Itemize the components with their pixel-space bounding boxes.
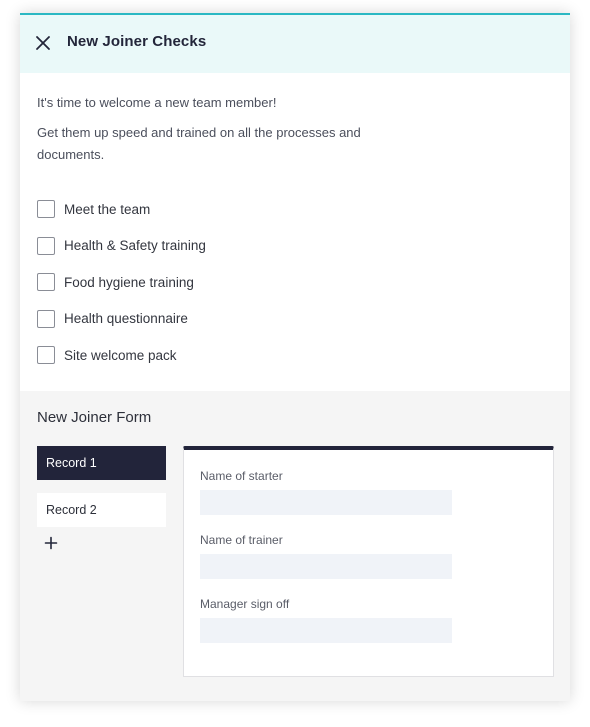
intro-text: It's time to welcome a new team member! xyxy=(37,95,277,110)
checkbox[interactable] xyxy=(37,309,55,328)
checklist-item-label: Health & Safety training xyxy=(64,238,206,254)
checklist-item-food-hygiene[interactable]: Food hygiene training xyxy=(37,272,206,292)
checklist-item-label: Health questionnaire xyxy=(64,311,188,327)
checkbox[interactable] xyxy=(37,200,55,218)
checklist-item-label: Meet the team xyxy=(64,201,151,217)
field-label-starter: Name of starter xyxy=(200,469,283,483)
name-of-trainer-input[interactable] xyxy=(200,554,452,579)
checklist-item-health-questionnaire[interactable]: Health questionnaire xyxy=(37,309,206,329)
checkbox[interactable] xyxy=(37,236,55,255)
checklist-item-label: Site welcome pack xyxy=(64,347,177,363)
checklist-item-site-welcome-pack[interactable]: Site welcome pack xyxy=(37,345,206,365)
manager-sign-off-input[interactable] xyxy=(200,618,452,643)
field-label-manager: Manager sign off xyxy=(200,597,290,611)
field-label-trainer: Name of trainer xyxy=(200,533,283,547)
record-tab-1[interactable]: Record 1 xyxy=(37,446,166,480)
checklist-item-label: Food hygiene training xyxy=(64,274,194,290)
checkbox[interactable] xyxy=(37,346,55,365)
checklist-item-health-safety[interactable]: Health & Safety training xyxy=(37,236,206,256)
panel-header: New Joiner Checks xyxy=(20,13,570,73)
checklist: Meet the team Health & Safety training F… xyxy=(37,199,206,382)
record-tab-2[interactable]: Record 2 xyxy=(37,493,166,527)
new-joiner-checks-panel: New Joiner Checks It's time to welcome a… xyxy=(20,13,570,701)
checklist-item-meet-the-team[interactable]: Meet the team xyxy=(37,199,206,219)
name-of-starter-input[interactable] xyxy=(200,490,452,515)
checkbox[interactable] xyxy=(37,273,55,292)
intro-description: Get them up speed and trained on all the… xyxy=(37,125,361,162)
record-form-card: Name of starter Name of trainer Manager … xyxy=(183,446,554,677)
form-title: New Joiner Form xyxy=(37,409,152,426)
plus-icon[interactable] xyxy=(43,535,59,551)
new-joiner-form-section: New Joiner Form Record 1 Record 2 Name o… xyxy=(20,391,570,701)
close-icon[interactable] xyxy=(34,34,52,52)
panel-title: New Joiner Checks xyxy=(67,33,207,50)
